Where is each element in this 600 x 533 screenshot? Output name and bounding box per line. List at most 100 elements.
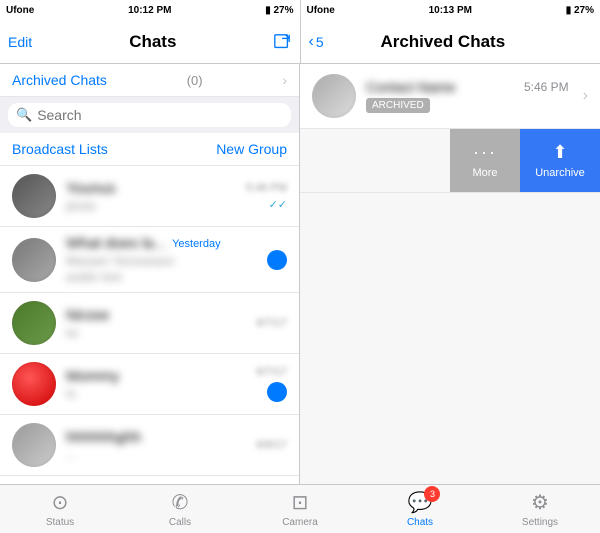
avatar — [12, 174, 56, 218]
archived-nav: ‹ 5 Archived Chats — [301, 20, 600, 63]
right-carrier: Ufone — [307, 5, 335, 16]
right-status-bar: Ufone 10:13 PM ▮ 27% — [301, 0, 600, 20]
list-item[interactable]: Nirzee lui 6/7/17 — [0, 293, 299, 354]
chat-info: Mommy hi — [66, 368, 246, 401]
back-button[interactable]: ‹ 5 — [309, 33, 324, 51]
chat-name: Nirzee — [66, 307, 246, 324]
chat-time: 6/7/17 — [256, 317, 287, 329]
status-tab-icon: ⊙ — [52, 490, 69, 515]
chat-name: Mommy — [66, 368, 246, 385]
main-content: Archived Chats (0) › 🔍 Broadcast Lists N… — [0, 64, 600, 484]
unarchive-button[interactable]: ⬆ Unarchive — [520, 129, 600, 193]
chat-preview-2: arabic text — [66, 270, 257, 284]
unread-badge — [267, 382, 287, 402]
chat-meta: 5:46 PM ✓✓ — [246, 182, 287, 211]
left-status-bar: Ufone 10:12 PM ▮ 27% — [0, 0, 301, 20]
tab-camera[interactable]: ⊡ Camera — [240, 485, 360, 533]
tab-settings-label: Settings — [522, 517, 558, 528]
right-panel: Contact Name 5:46 PM ARCHIVED › ··· More… — [300, 64, 600, 484]
more-button[interactable]: ··· More — [450, 129, 520, 193]
camera-tab-icon: ⊡ — [292, 490, 309, 515]
chat-time: 5:46 PM — [246, 182, 287, 194]
chat-meta — [267, 250, 287, 270]
list-item[interactable]: hhhhhhghh ... 6/6/17 — [0, 415, 299, 476]
tab-calls[interactable]: ✆ Calls — [120, 485, 240, 533]
search-icon: 🔍 — [16, 107, 32, 123]
archived-row-arrow: › — [282, 72, 287, 88]
archived-badge: ARCHIVED — [366, 98, 430, 113]
chat-list: Younus photo 5:46 PM ✓✓ What does la... … — [0, 166, 299, 484]
archived-chat-item[interactable]: Contact Name 5:46 PM ARCHIVED › — [300, 64, 600, 129]
chat-preview: Maryam Yenouisace — [66, 254, 257, 268]
broadcast-row: Broadcast Lists New Group — [0, 133, 299, 166]
list-item[interactable]: What does la... Yesterday Maryam Yenouis… — [0, 227, 299, 293]
avatar — [12, 238, 56, 282]
tab-status-label: Status — [46, 517, 74, 528]
right-status-icons: ▮ 27% — [566, 5, 594, 16]
settings-tab-icon: ⚙ — [531, 490, 549, 515]
edit-button[interactable]: Edit — [8, 34, 32, 50]
list-item[interactable]: Younus photo 5:46 PM ✓✓ — [0, 166, 299, 227]
chat-name: What does la... — [66, 235, 166, 252]
swipe-content — [300, 129, 450, 193]
chats-title: Chats — [129, 32, 176, 52]
unarchive-label: Unarchive — [535, 167, 585, 179]
unarchive-icon: ⬆ — [552, 142, 567, 163]
more-label: More — [472, 167, 497, 179]
status-bars: Ufone 10:12 PM ▮ 27% Ufone 10:13 PM ▮ 27… — [0, 0, 600, 20]
avatar — [12, 423, 56, 467]
tab-chats-label: Chats — [407, 517, 433, 528]
right-empty-area — [300, 193, 600, 484]
chat-info: Nirzee lui — [66, 307, 246, 340]
swipe-actions: ··· More ⬆ Unarchive — [300, 129, 600, 193]
chat-preview: ... — [66, 448, 246, 462]
archived-time: 5:46 PM — [524, 80, 569, 94]
avatar — [12, 362, 56, 406]
calls-tab-icon: ✆ — [172, 490, 189, 515]
chats-tab-badge-wrap: 💬 3 — [408, 490, 433, 515]
left-status-icons: ▮ 27% — [265, 5, 293, 16]
archived-count: (0) — [187, 73, 203, 88]
tab-bar: ⊙ Status ✆ Calls ⊡ Camera 💬 3 Chats ⚙ Se… — [0, 484, 600, 533]
chats-badge: 3 — [424, 486, 440, 502]
search-input[interactable] — [37, 107, 283, 123]
chat-name: hhhhhhghh — [66, 429, 246, 446]
tab-status[interactable]: ⊙ Status — [0, 485, 120, 533]
left-panel: Archived Chats (0) › 🔍 Broadcast Lists N… — [0, 64, 300, 484]
chat-info: What does la... Yesterday Maryam Yenouis… — [66, 235, 257, 284]
broadcast-lists-button[interactable]: Broadcast Lists — [12, 141, 108, 157]
tab-settings[interactable]: ⚙ Settings — [480, 485, 600, 533]
right-battery-icon: ▮ 27% — [566, 5, 594, 16]
tab-camera-label: Camera — [282, 517, 318, 528]
chat-meta: 6/7/17 — [256, 366, 287, 402]
tab-chats[interactable]: 💬 3 Chats — [360, 485, 480, 533]
search-bar: 🔍 — [0, 97, 299, 133]
chats-nav: Edit Chats — [0, 20, 301, 63]
avatar — [312, 74, 356, 118]
back-badge: 5 — [316, 34, 324, 50]
avatar — [12, 301, 56, 345]
archived-item-arrow: › — [583, 87, 588, 105]
more-dots-icon: ··· — [473, 142, 497, 163]
search-input-wrap[interactable]: 🔍 — [8, 103, 291, 127]
tab-calls-label: Calls — [169, 517, 191, 528]
nav-bars: Edit Chats ‹ 5 Archived Chats — [0, 20, 600, 64]
chat-time: 6/6/17 — [256, 439, 287, 451]
archived-title: Archived Chats — [380, 32, 505, 52]
back-chevron-icon: ‹ — [309, 33, 314, 51]
chat-name: Younus — [66, 180, 236, 197]
chat-preview: hi — [66, 387, 246, 401]
ticks-icon: ✓✓ — [269, 198, 287, 211]
chat-info: Younus photo — [66, 180, 236, 213]
archived-row[interactable]: Archived Chats (0) › — [0, 64, 299, 97]
archived-chat-info: Contact Name 5:46 PM ARCHIVED — [366, 79, 569, 113]
battery-icon: ▮ 27% — [265, 5, 293, 16]
unread-badge — [267, 250, 287, 270]
left-time: 10:12 PM — [128, 5, 171, 16]
chat-preview: photo — [66, 199, 236, 213]
new-group-button[interactable]: New Group — [216, 141, 287, 157]
chat-info: hhhhhhghh ... — [66, 429, 246, 462]
compose-button[interactable] — [273, 33, 291, 51]
list-item[interactable]: Mommy hi 6/7/17 — [0, 354, 299, 415]
archived-label: Archived Chats — [12, 72, 107, 88]
